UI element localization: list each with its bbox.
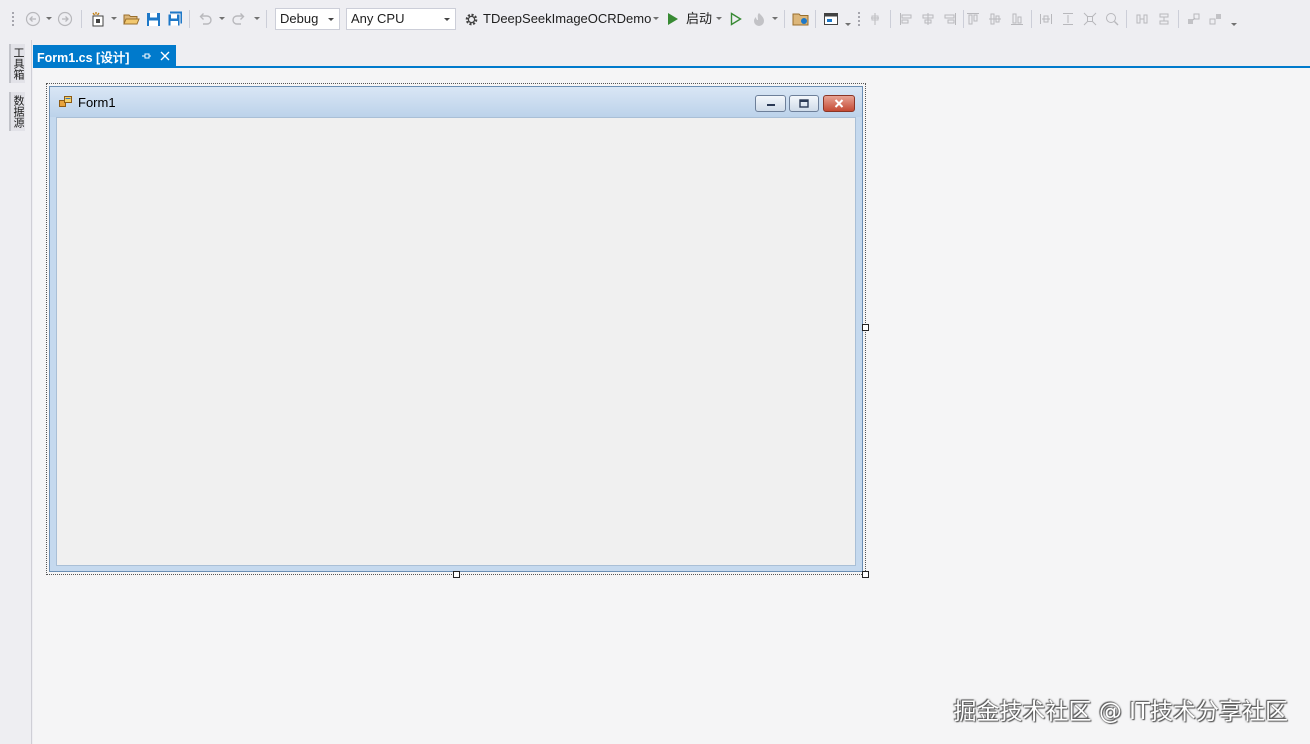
toolbar-separator bbox=[890, 10, 891, 28]
solution-platform-select[interactable]: Any CPU bbox=[346, 8, 456, 30]
redo-icon[interactable] bbox=[230, 9, 248, 29]
toolbar-separator bbox=[784, 10, 785, 28]
align-center-icon[interactable] bbox=[919, 9, 937, 29]
center-vertically-icon[interactable] bbox=[1155, 9, 1173, 29]
watermark-text: 掘金技术社区 @ IT技术分享社区 bbox=[953, 699, 1288, 725]
size-to-grid-icon[interactable] bbox=[1103, 9, 1121, 29]
new-project-icon[interactable] bbox=[88, 9, 108, 29]
sidebar-item-data-sources[interactable]: 数据源 bbox=[9, 92, 25, 131]
toolbar-separator bbox=[815, 10, 816, 28]
startup-project-label[interactable]: TDeepSeekImageOCRDemo bbox=[483, 10, 651, 28]
toolbar-overflow-icon[interactable] bbox=[1231, 23, 1237, 26]
start-button-label[interactable]: 启动 bbox=[686, 10, 712, 28]
hot-reload-dropdown-icon[interactable] bbox=[772, 17, 778, 20]
form-title-bar[interactable]: Form1 bbox=[50, 87, 862, 117]
resize-handle-bottom-right[interactable] bbox=[862, 571, 869, 578]
send-to-back-icon[interactable] bbox=[1207, 9, 1225, 29]
align-bottom-icon[interactable] bbox=[1008, 9, 1026, 29]
toolbar-separator bbox=[1178, 10, 1179, 28]
forward-icon[interactable] bbox=[56, 9, 74, 29]
toolbar-separator bbox=[1031, 10, 1032, 28]
align-to-grid-icon[interactable] bbox=[867, 9, 883, 29]
pin-icon[interactable] bbox=[140, 50, 152, 62]
back-icon[interactable] bbox=[24, 9, 42, 29]
make-same-size-icon[interactable] bbox=[1081, 9, 1099, 29]
chevron-down-icon bbox=[444, 18, 450, 21]
toolbar-separator bbox=[266, 10, 267, 28]
form-client-area[interactable] bbox=[56, 117, 856, 566]
open-folder-icon[interactable] bbox=[791, 9, 811, 29]
start-icon[interactable] bbox=[665, 9, 681, 29]
redo-dropdown-icon[interactable] bbox=[254, 17, 260, 20]
toolbar-separator bbox=[81, 10, 82, 28]
resize-handle-right[interactable] bbox=[862, 324, 869, 331]
sidebar-item-toolbox[interactable]: 工具箱 bbox=[9, 44, 25, 83]
make-same-width-icon[interactable] bbox=[1037, 9, 1055, 29]
gear-icon bbox=[462, 9, 480, 29]
undo-dropdown-icon[interactable] bbox=[219, 17, 225, 20]
hot-reload-icon[interactable] bbox=[750, 9, 768, 29]
form1-design-window[interactable]: Form1 bbox=[49, 86, 863, 572]
close-icon bbox=[834, 99, 844, 108]
toolbar-grip[interactable] bbox=[11, 11, 15, 27]
solution-configuration-value: Debug bbox=[280, 11, 319, 26]
start-without-debug-icon[interactable] bbox=[728, 9, 744, 29]
toolbar-separator bbox=[1126, 10, 1127, 28]
save-icon[interactable] bbox=[144, 9, 162, 29]
form-minimize-button[interactable] bbox=[755, 95, 786, 112]
align-left-icon[interactable] bbox=[897, 9, 915, 29]
document-tab-title: Form1.cs [设计] bbox=[37, 50, 130, 65]
startup-project-dropdown-icon[interactable] bbox=[653, 17, 659, 20]
chevron-down-icon bbox=[328, 18, 334, 21]
toolbar-grip[interactable] bbox=[857, 11, 861, 27]
toolbar-separator bbox=[189, 10, 190, 28]
auto-hide-side-strip: 工具箱 数据源 bbox=[0, 40, 32, 744]
document-tab-form1-design[interactable]: Form1.cs [设计] bbox=[33, 45, 176, 67]
start-dropdown-icon[interactable] bbox=[716, 17, 722, 20]
form-app-icon bbox=[59, 96, 73, 108]
back-dropdown-icon[interactable] bbox=[46, 17, 52, 20]
align-right-icon[interactable] bbox=[941, 9, 959, 29]
toolbar-overflow-icon[interactable] bbox=[845, 23, 851, 26]
new-project-dropdown-icon[interactable] bbox=[111, 17, 117, 20]
minimize-icon bbox=[766, 103, 775, 106]
make-same-height-icon[interactable] bbox=[1059, 9, 1077, 29]
tab-order-icon[interactable] bbox=[822, 9, 840, 29]
align-top-icon[interactable] bbox=[964, 9, 982, 29]
save-all-icon[interactable] bbox=[166, 9, 184, 29]
open-file-icon[interactable] bbox=[122, 9, 140, 29]
form-caption: Form1 bbox=[78, 95, 116, 110]
close-icon[interactable] bbox=[158, 49, 172, 63]
document-tab-well bbox=[33, 40, 1310, 68]
maximize-icon bbox=[799, 99, 809, 108]
standard-toolbar: Debug Any CPU TDeepSeekImageOCRDemo 启动 bbox=[0, 0, 1310, 38]
form-close-button[interactable] bbox=[823, 95, 855, 112]
bring-to-front-icon[interactable] bbox=[1185, 9, 1203, 29]
solution-configuration-select[interactable]: Debug bbox=[275, 8, 340, 30]
undo-icon[interactable] bbox=[196, 9, 214, 29]
form-maximize-button[interactable] bbox=[789, 95, 819, 112]
center-horizontally-icon[interactable] bbox=[1133, 9, 1151, 29]
align-middle-icon[interactable] bbox=[986, 9, 1004, 29]
solution-platform-value: Any CPU bbox=[351, 11, 405, 26]
resize-handle-bottom[interactable] bbox=[453, 571, 460, 578]
